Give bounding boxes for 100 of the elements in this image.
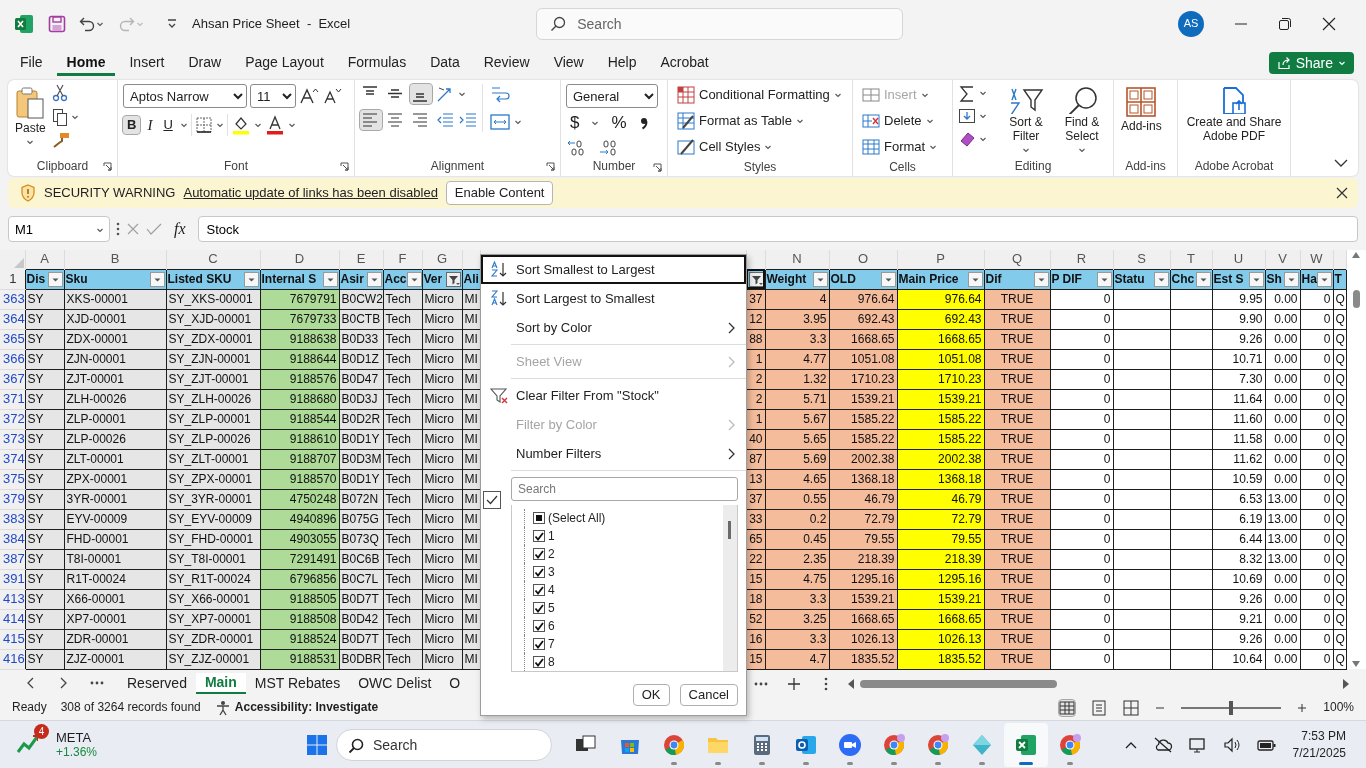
cut-icon[interactable]: [51, 84, 68, 102]
cell-styles-button[interactable]: Cell Styles: [673, 136, 847, 158]
create-pdf-button[interactable]: Create and Share Adobe PDF: [1183, 84, 1285, 146]
collapse-ribbon-icon[interactable]: [1334, 158, 1348, 168]
row-number[interactable]: 387: [0, 549, 25, 569]
column-letter[interactable]: D: [260, 250, 339, 269]
autosum-icon[interactable]: [958, 84, 976, 102]
caret-icon[interactable]: [287, 121, 296, 129]
column-letter[interactable]: P: [897, 250, 984, 269]
caret-icon[interactable]: [253, 121, 262, 129]
column-letter[interactable]: O: [829, 250, 897, 269]
undo-icon[interactable]: [78, 15, 96, 33]
menu-tab[interactable]: View: [543, 49, 594, 77]
sheet-tab[interactable]: Main: [195, 673, 246, 694]
column-letter[interactable]: C: [166, 250, 260, 269]
browser-icon[interactable]: [882, 732, 906, 757]
filter-search-field[interactable]: Search: [511, 477, 738, 501]
row-number[interactable]: 372: [0, 409, 25, 429]
accessibility-status[interactable]: Accessibility: Investigate: [234, 700, 379, 715]
caret-icon[interactable]: [96, 226, 104, 234]
taskbar-search-field[interactable]: Search: [336, 728, 552, 761]
column-letter[interactable]: S: [1113, 250, 1170, 269]
insert-function-button[interactable]: fx: [168, 219, 192, 239]
row-number[interactable]: 416: [0, 649, 25, 669]
column-letter[interactable]: U: [1212, 250, 1265, 269]
checkbox-label[interactable]: 6: [548, 618, 555, 634]
menu-tab[interactable]: Home: [56, 49, 116, 77]
checkbox-label[interactable]: 5: [548, 600, 555, 616]
name-box[interactable]: M1: [8, 216, 110, 242]
checkbox[interactable]: [533, 512, 545, 524]
row-number[interactable]: 413: [0, 589, 25, 609]
caret-icon[interactable]: [591, 119, 600, 128]
spreadsheet-icon[interactable]: [1014, 732, 1038, 757]
checkbox[interactable]: [533, 584, 545, 596]
zoom-in-icon[interactable]: [1297, 702, 1308, 713]
new-sheet-icon[interactable]: [788, 677, 800, 690]
menu-tab[interactable]: Insert: [119, 49, 175, 77]
zoom-level[interactable]: 100%: [1323, 700, 1354, 715]
find-select-button[interactable]: Find & Select: [1056, 84, 1108, 156]
row-number[interactable]: 1: [0, 269, 25, 289]
checkbox[interactable]: [533, 638, 545, 650]
restore-icon[interactable]: [1278, 17, 1292, 31]
copy-icon[interactable]: [51, 108, 68, 126]
row-number[interactable]: 391: [0, 569, 25, 589]
accessibility-icon[interactable]: [214, 699, 231, 716]
more-icon[interactable]: [824, 676, 828, 691]
row-number[interactable]: 415: [0, 629, 25, 649]
menu-item[interactable]: Clear Filter From "Stock": [481, 381, 746, 410]
row-number[interactable]: 366: [0, 349, 25, 369]
display-icon[interactable]: [1188, 736, 1207, 753]
column-letter[interactable]: V: [1265, 250, 1300, 269]
checkbox-label[interactable]: 3: [548, 564, 555, 580]
text-style-button[interactable]: I: [143, 114, 157, 136]
close-icon[interactable]: [1322, 17, 1336, 31]
column-letter[interactable]: T: [1170, 250, 1212, 269]
add-ins-button[interactable]: Add-ins: [1119, 84, 1164, 136]
row-number[interactable]: 371: [0, 389, 25, 409]
more-sheets-icon[interactable]: [90, 681, 104, 686]
clock-date[interactable]: 7/21/2025: [1292, 744, 1346, 761]
align-left-icon[interactable]: [360, 110, 382, 130]
menu-item[interactable]: Sort Largest to Smallest: [481, 284, 746, 313]
filter-button[interactable]: [445, 271, 461, 287]
menu-tab[interactable]: Draw: [178, 49, 232, 77]
dialog-launcher-icon[interactable]: [653, 162, 662, 172]
menu-tab[interactable]: Acrobat: [650, 49, 719, 77]
sheet-tab[interactable]: O: [440, 674, 470, 693]
row-number[interactable]: 367: [0, 369, 25, 389]
row-number[interactable]: 365: [0, 329, 25, 349]
checkbox-label[interactable]: (Select All): [548, 510, 606, 526]
volume-icon[interactable]: [1222, 736, 1241, 753]
dialog-launcher-icon[interactable]: [340, 162, 349, 171]
search-field[interactable]: Search: [536, 8, 904, 40]
delete-button[interactable]: Delete: [858, 110, 950, 132]
sheet-tab[interactable]: OWC Delist: [349, 674, 441, 693]
cancel-button[interactable]: Cancel: [679, 684, 738, 706]
caret-icon[interactable]: [215, 121, 224, 129]
column-letter[interactable]: W: [1300, 250, 1333, 269]
zoom-slider-thumb[interactable]: [1229, 700, 1234, 715]
start-icon[interactable]: [306, 733, 328, 756]
merge-center-icon[interactable]: [489, 112, 511, 132]
caret-icon[interactable]: [458, 90, 466, 98]
eraser-icon[interactable]: [958, 130, 976, 148]
borders-icon[interactable]: [194, 116, 213, 134]
formula-field[interactable]: Stock: [197, 216, 1358, 242]
more-sheets-icon[interactable]: [754, 681, 768, 686]
row-number[interactable]: 414: [0, 609, 25, 629]
decrease-font-size-icon[interactable]: [322, 87, 342, 105]
font-name-field[interactable]: Aptos Narrow: [123, 84, 247, 108]
column-letter[interactable]: B: [64, 250, 166, 269]
checkbox[interactable]: [533, 548, 545, 560]
widget-title[interactable]: META: [56, 729, 98, 746]
share-button[interactable]: Share: [1268, 51, 1354, 75]
sheet-tab[interactable]: MST Rebates: [245, 674, 350, 693]
menu-tab[interactable]: Help: [597, 49, 647, 77]
battery-icon[interactable]: [1256, 737, 1277, 752]
row-number[interactable]: 373: [0, 429, 25, 449]
browser-icon[interactable]: [662, 732, 686, 757]
menu-tab[interactable]: Formulas: [337, 49, 417, 77]
currency-button[interactable]: $: [566, 112, 584, 135]
caret-icon[interactable]: [979, 135, 987, 143]
